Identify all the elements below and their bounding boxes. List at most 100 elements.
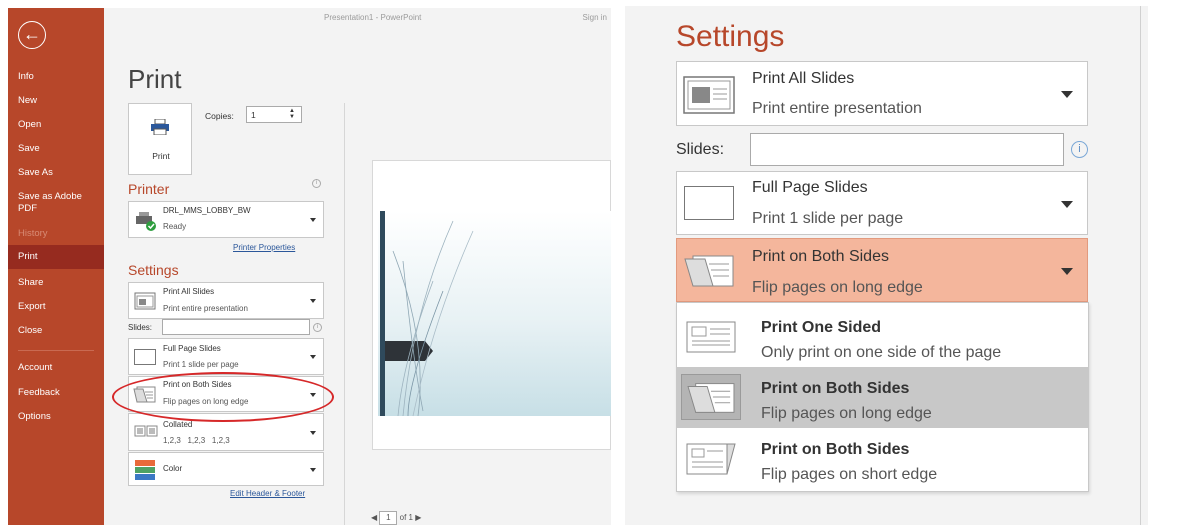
spin-down-icon[interactable]: ▼: [289, 114, 295, 120]
nav-item-open[interactable]: Open: [8, 119, 104, 131]
menu-item-print-one-sided[interactable]: Print One Sided Only print on one side o…: [677, 306, 1088, 367]
slides-stack-icon: [683, 76, 735, 114]
nav-item-history[interactable]: History: [8, 228, 104, 240]
slide-preview: [372, 160, 611, 450]
chevron-down-icon: [310, 218, 316, 222]
print-range-dropdown[interactable]: Print All Slides Print entire presentati…: [128, 282, 324, 319]
window-title: Presentation1 - PowerPoint: [324, 13, 422, 22]
screenshot-root: ← Info New Open Save Save As Save as Ado…: [0, 0, 1180, 529]
printer-ready-icon: [136, 212, 156, 231]
zoom-duplex-dropdown[interactable]: Print on Both Sides Flip pages on long e…: [676, 238, 1088, 302]
nav-item-save-as-pdf[interactable]: Save as Adobe PDF: [8, 191, 88, 215]
nav-item-share[interactable]: Share: [8, 277, 104, 289]
slides-label: Slides:: [128, 323, 153, 332]
menu-item-subtitle: Flip pages on short edge: [761, 466, 938, 483]
zoom-slides-input[interactable]: [750, 133, 1064, 166]
color-title: Color: [163, 464, 183, 473]
nav-item-print[interactable]: Print: [8, 245, 104, 269]
next-page-icon[interactable]: ▶: [415, 513, 421, 522]
duplex-long-edge-icon: [681, 374, 741, 420]
printer-info-icon[interactable]: i: [312, 179, 321, 188]
menu-item-both-sides-short-edge[interactable]: Print on Both Sides Flip pages on short …: [677, 428, 1088, 489]
arrow-left-icon: ←: [23, 24, 41, 44]
printer-name: DRL_MMS_LOBBY_BW: [163, 206, 251, 215]
settings-heading: Settings: [128, 262, 179, 278]
zoomed-settings-panel: Settings Print All Slides Print entire p…: [625, 6, 1148, 525]
page-title: Print: [128, 64, 182, 94]
nav-item-save[interactable]: Save: [8, 143, 104, 155]
chevron-down-icon: [310, 468, 316, 472]
print-button[interactable]: Print: [128, 103, 192, 175]
print-button-label: Print: [152, 151, 170, 161]
zoom-layout-subtitle: Print 1 slide per page: [752, 210, 904, 227]
duplex-short-edge-icon: [686, 443, 736, 475]
annotation-ellipse: [112, 372, 334, 422]
full-page-slide-icon: [684, 186, 734, 220]
layout-title: Full Page Slides: [163, 344, 221, 353]
slides-input[interactable]: [162, 319, 310, 335]
page-number-input[interactable]: 1: [379, 511, 398, 525]
zoom-print-range-subtitle: Print entire presentation: [752, 100, 922, 117]
page-count: of 1: [399, 513, 413, 523]
nav-item-feedback[interactable]: Feedback: [8, 387, 104, 399]
chevron-down-icon: [1061, 91, 1073, 98]
slides-info-icon[interactable]: i: [313, 323, 322, 332]
nav-item-account[interactable]: Account: [8, 362, 104, 374]
chevron-down-icon: [310, 299, 316, 303]
nav-item-export[interactable]: Export: [8, 301, 104, 313]
copies-spinner[interactable]: ▲ ▼: [289, 108, 295, 120]
duplex-long-edge-icon: [684, 255, 734, 287]
collation-subtitle: 1,2,3 1,2,3 1,2,3: [163, 436, 230, 445]
chevron-down-icon: [1061, 201, 1073, 208]
back-button[interactable]: ←: [18, 21, 46, 49]
zoom-duplex-title: Print on Both Sides: [752, 248, 889, 265]
chevron-down-icon: [1061, 268, 1073, 275]
menu-item-subtitle: Only print on one side of the page: [761, 344, 1002, 361]
sign-in-link[interactable]: Sign in: [583, 13, 607, 22]
slides-info-icon[interactable]: i: [1071, 141, 1088, 158]
full-page-slide-icon: [134, 349, 156, 365]
edit-header-footer-link[interactable]: Edit Header & Footer: [230, 489, 305, 498]
printer-heading: Printer: [128, 181, 170, 197]
layout-dropdown[interactable]: Full Page Slides Print 1 slide per page: [128, 338, 324, 375]
pane-divider: [344, 103, 345, 525]
zoom-duplex-subtitle: Flip pages on long edge: [752, 279, 923, 296]
nav-item-save-as[interactable]: Save As: [8, 167, 104, 179]
printer-icon: [151, 119, 169, 135]
title-bar: Presentation1 - PowerPoint Sign in: [104, 8, 611, 30]
collated-icon: [134, 425, 158, 437]
menu-item-title: Print One Sided: [761, 319, 882, 336]
zoom-slides-label: Slides:: [676, 141, 725, 158]
print-range-title: Print All Slides: [163, 287, 215, 296]
chevron-down-icon: [310, 355, 316, 359]
print-range-subtitle: Print entire presentation: [163, 304, 248, 313]
menu-item-both-sides-long-edge[interactable]: Print on Both Sides Flip pages on long e…: [677, 367, 1088, 428]
collation-title: Collated: [163, 420, 193, 429]
menu-item-subtitle: Flip pages on long edge: [761, 405, 932, 422]
zoom-print-range-dropdown[interactable]: Print All Slides Print entire presentati…: [676, 61, 1088, 126]
chevron-down-icon: [310, 431, 316, 435]
menu-item-title: Print on Both Sides: [761, 380, 910, 397]
color-dropdown[interactable]: Color: [128, 452, 324, 486]
menu-item-title: Print on Both Sides: [761, 441, 910, 458]
slide-thumbnail-image: [378, 211, 611, 417]
nav-item-close[interactable]: Close: [8, 325, 104, 337]
zoom-print-range-title: Print All Slides: [752, 70, 855, 87]
one-sided-icon: [686, 321, 736, 353]
printer-status: Ready: [163, 222, 187, 231]
window-edge-divider: [1140, 6, 1141, 525]
page-navigator: ◀ 1 of 1 ▶: [371, 511, 421, 525]
nav-item-new[interactable]: New: [8, 95, 104, 107]
zoom-layout-dropdown[interactable]: Full Page Slides Print 1 slide per page: [676, 171, 1088, 235]
backstage-print-view: ← Info New Open Save Save As Save as Ado…: [8, 8, 611, 525]
printer-dropdown[interactable]: DRL_MMS_LOBBY_BW Ready: [128, 201, 324, 238]
printer-properties-link[interactable]: Printer Properties: [233, 243, 295, 252]
nav-item-options[interactable]: Options: [8, 411, 104, 423]
copies-label: Copies:: [205, 111, 234, 121]
prev-page-icon[interactable]: ◀: [371, 513, 377, 522]
zoom-settings-heading: Settings: [676, 20, 785, 53]
duplex-options-menu: Print One Sided Only print on one side o…: [676, 302, 1089, 492]
color-swatch-icon: [135, 460, 155, 480]
backstage-nav: ← Info New Open Save Save As Save as Ado…: [8, 8, 104, 525]
nav-item-info[interactable]: Info: [8, 71, 104, 83]
